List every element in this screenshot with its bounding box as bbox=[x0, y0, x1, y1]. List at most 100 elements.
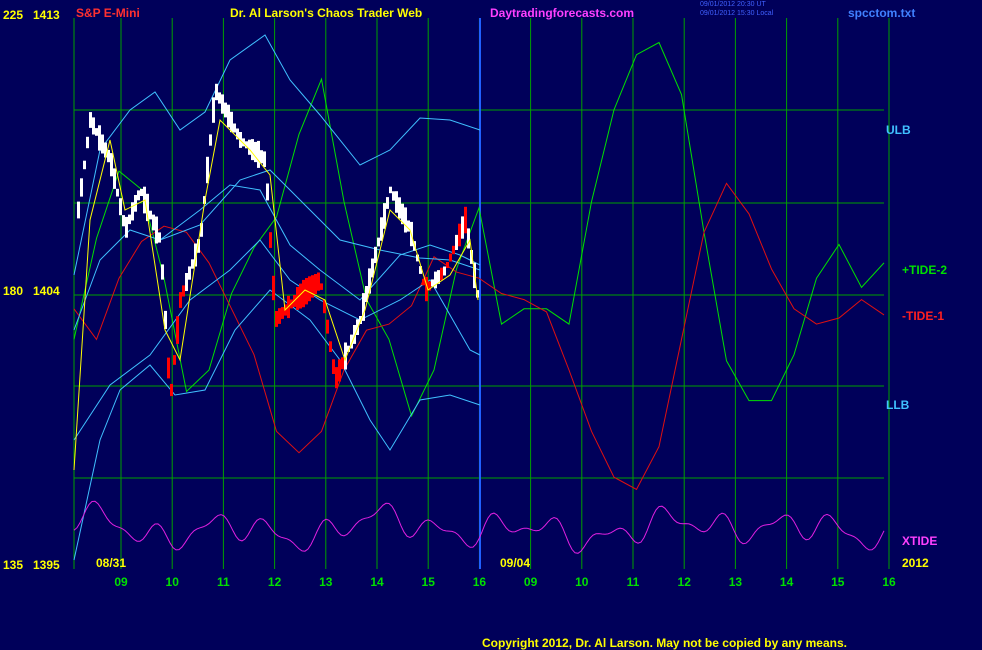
price-bar bbox=[179, 292, 182, 308]
price-bar bbox=[341, 357, 344, 370]
x-tick-label: 16 bbox=[473, 575, 487, 589]
label-tide1: -TIDE-1 bbox=[902, 309, 944, 323]
price-bar bbox=[275, 311, 278, 327]
price-bar bbox=[380, 217, 383, 241]
x-tick-label: 15 bbox=[422, 575, 436, 589]
instrument-title: S&P E-Mini bbox=[76, 6, 140, 20]
price-bar bbox=[269, 232, 272, 248]
timestamp-ut: 09/01/2012 20:30 UT bbox=[700, 1, 766, 8]
price-bar bbox=[224, 102, 227, 118]
x-tick-label: 16 bbox=[882, 575, 896, 589]
price-bar bbox=[182, 285, 185, 297]
price-bar bbox=[98, 125, 101, 151]
price-bar bbox=[332, 359, 335, 374]
price-bar bbox=[227, 104, 230, 128]
band-middle bbox=[73, 169, 481, 331]
price-bar bbox=[128, 214, 131, 225]
price-bar bbox=[83, 160, 86, 170]
price-bar bbox=[329, 341, 332, 352]
price-bar bbox=[443, 266, 446, 276]
price-bar bbox=[131, 202, 134, 221]
timestamp-local: 09/01/2012 15:30 Local bbox=[700, 10, 774, 17]
price-bar bbox=[116, 188, 119, 197]
band-lower bbox=[73, 289, 481, 561]
price-bar bbox=[167, 357, 170, 379]
price-bar bbox=[314, 274, 317, 295]
price-bar bbox=[254, 141, 257, 163]
y-label-mid-left: 180 bbox=[3, 284, 24, 298]
price-bar bbox=[455, 234, 458, 250]
y-label-top-right: 1413 bbox=[33, 8, 60, 22]
price-bar bbox=[161, 264, 164, 280]
price-bar bbox=[257, 140, 260, 168]
price-bar bbox=[170, 383, 173, 397]
price-bar bbox=[317, 272, 320, 291]
price-bar bbox=[137, 190, 140, 201]
price-bar bbox=[248, 139, 251, 155]
price-bar bbox=[458, 223, 461, 247]
price-bar bbox=[80, 178, 83, 197]
label-tide2: +TIDE-2 bbox=[902, 263, 948, 277]
y-label-bottom-left: 135 bbox=[3, 558, 24, 572]
date-split: 09/04 bbox=[500, 556, 531, 570]
price-bar bbox=[392, 191, 395, 201]
price-bar bbox=[326, 319, 329, 334]
price-bar bbox=[212, 97, 215, 123]
price-bar bbox=[260, 150, 263, 164]
price-bar bbox=[467, 228, 470, 249]
data-filename: spcctom.txt bbox=[848, 6, 916, 20]
price-bar bbox=[152, 214, 155, 231]
x-tick-label: 15 bbox=[831, 575, 845, 589]
label-llb: LLB bbox=[886, 398, 910, 412]
price-bar bbox=[281, 307, 284, 319]
price-bar bbox=[185, 273, 188, 291]
price-bar bbox=[263, 151, 266, 167]
copyright-notice: Copyright 2012, Dr. Al Larson. May not b… bbox=[482, 636, 847, 650]
price-bar bbox=[308, 276, 311, 302]
price-bar bbox=[140, 188, 143, 196]
x-tick-label: 13 bbox=[729, 575, 743, 589]
price-bar bbox=[95, 128, 98, 136]
price-bar bbox=[188, 266, 191, 280]
price-bar bbox=[383, 203, 386, 229]
price-bar bbox=[86, 136, 89, 149]
price-bar bbox=[395, 191, 398, 213]
price-bar bbox=[251, 139, 254, 161]
price-bar bbox=[404, 207, 407, 233]
chart-title: Dr. Al Larson's Chaos Trader Web bbox=[230, 6, 423, 20]
price-bar bbox=[377, 237, 380, 247]
site-name[interactable]: Daytradingforecasts.com bbox=[490, 6, 634, 20]
y-label-top-left: 225 bbox=[3, 8, 24, 22]
price-bar bbox=[221, 94, 224, 114]
price-bar bbox=[374, 246, 377, 264]
price-bar bbox=[110, 153, 113, 177]
price-bar bbox=[173, 355, 176, 365]
x-tick-label: 11 bbox=[217, 575, 230, 589]
price-bar bbox=[191, 259, 194, 269]
x-tick-label: 11 bbox=[627, 575, 640, 589]
price-bar bbox=[155, 216, 158, 244]
price-bar bbox=[452, 245, 455, 255]
x-tick-label: 10 bbox=[166, 575, 180, 589]
price-bar bbox=[101, 134, 104, 154]
date-start: 08/31 bbox=[96, 556, 127, 570]
price-bar bbox=[389, 186, 392, 194]
x-tick-label: 14 bbox=[780, 575, 794, 589]
label-ulb: ULB bbox=[886, 123, 911, 137]
price-bar bbox=[215, 83, 218, 101]
price-bar bbox=[440, 267, 443, 281]
price-bar bbox=[77, 201, 80, 219]
price-bar bbox=[218, 92, 221, 104]
price-bar bbox=[464, 206, 467, 234]
y-label-bottom-right: 1395 bbox=[33, 558, 60, 572]
price-bar bbox=[398, 197, 401, 219]
price-bar bbox=[272, 275, 275, 301]
x-tick-label: 12 bbox=[268, 575, 282, 589]
x-tick-label: 12 bbox=[678, 575, 692, 589]
price-bar bbox=[233, 123, 236, 133]
price-bar bbox=[209, 134, 212, 146]
x-tick-label: 14 bbox=[370, 575, 384, 589]
price-bar bbox=[338, 359, 341, 382]
price-bar bbox=[149, 210, 152, 220]
price-bar bbox=[449, 253, 452, 262]
